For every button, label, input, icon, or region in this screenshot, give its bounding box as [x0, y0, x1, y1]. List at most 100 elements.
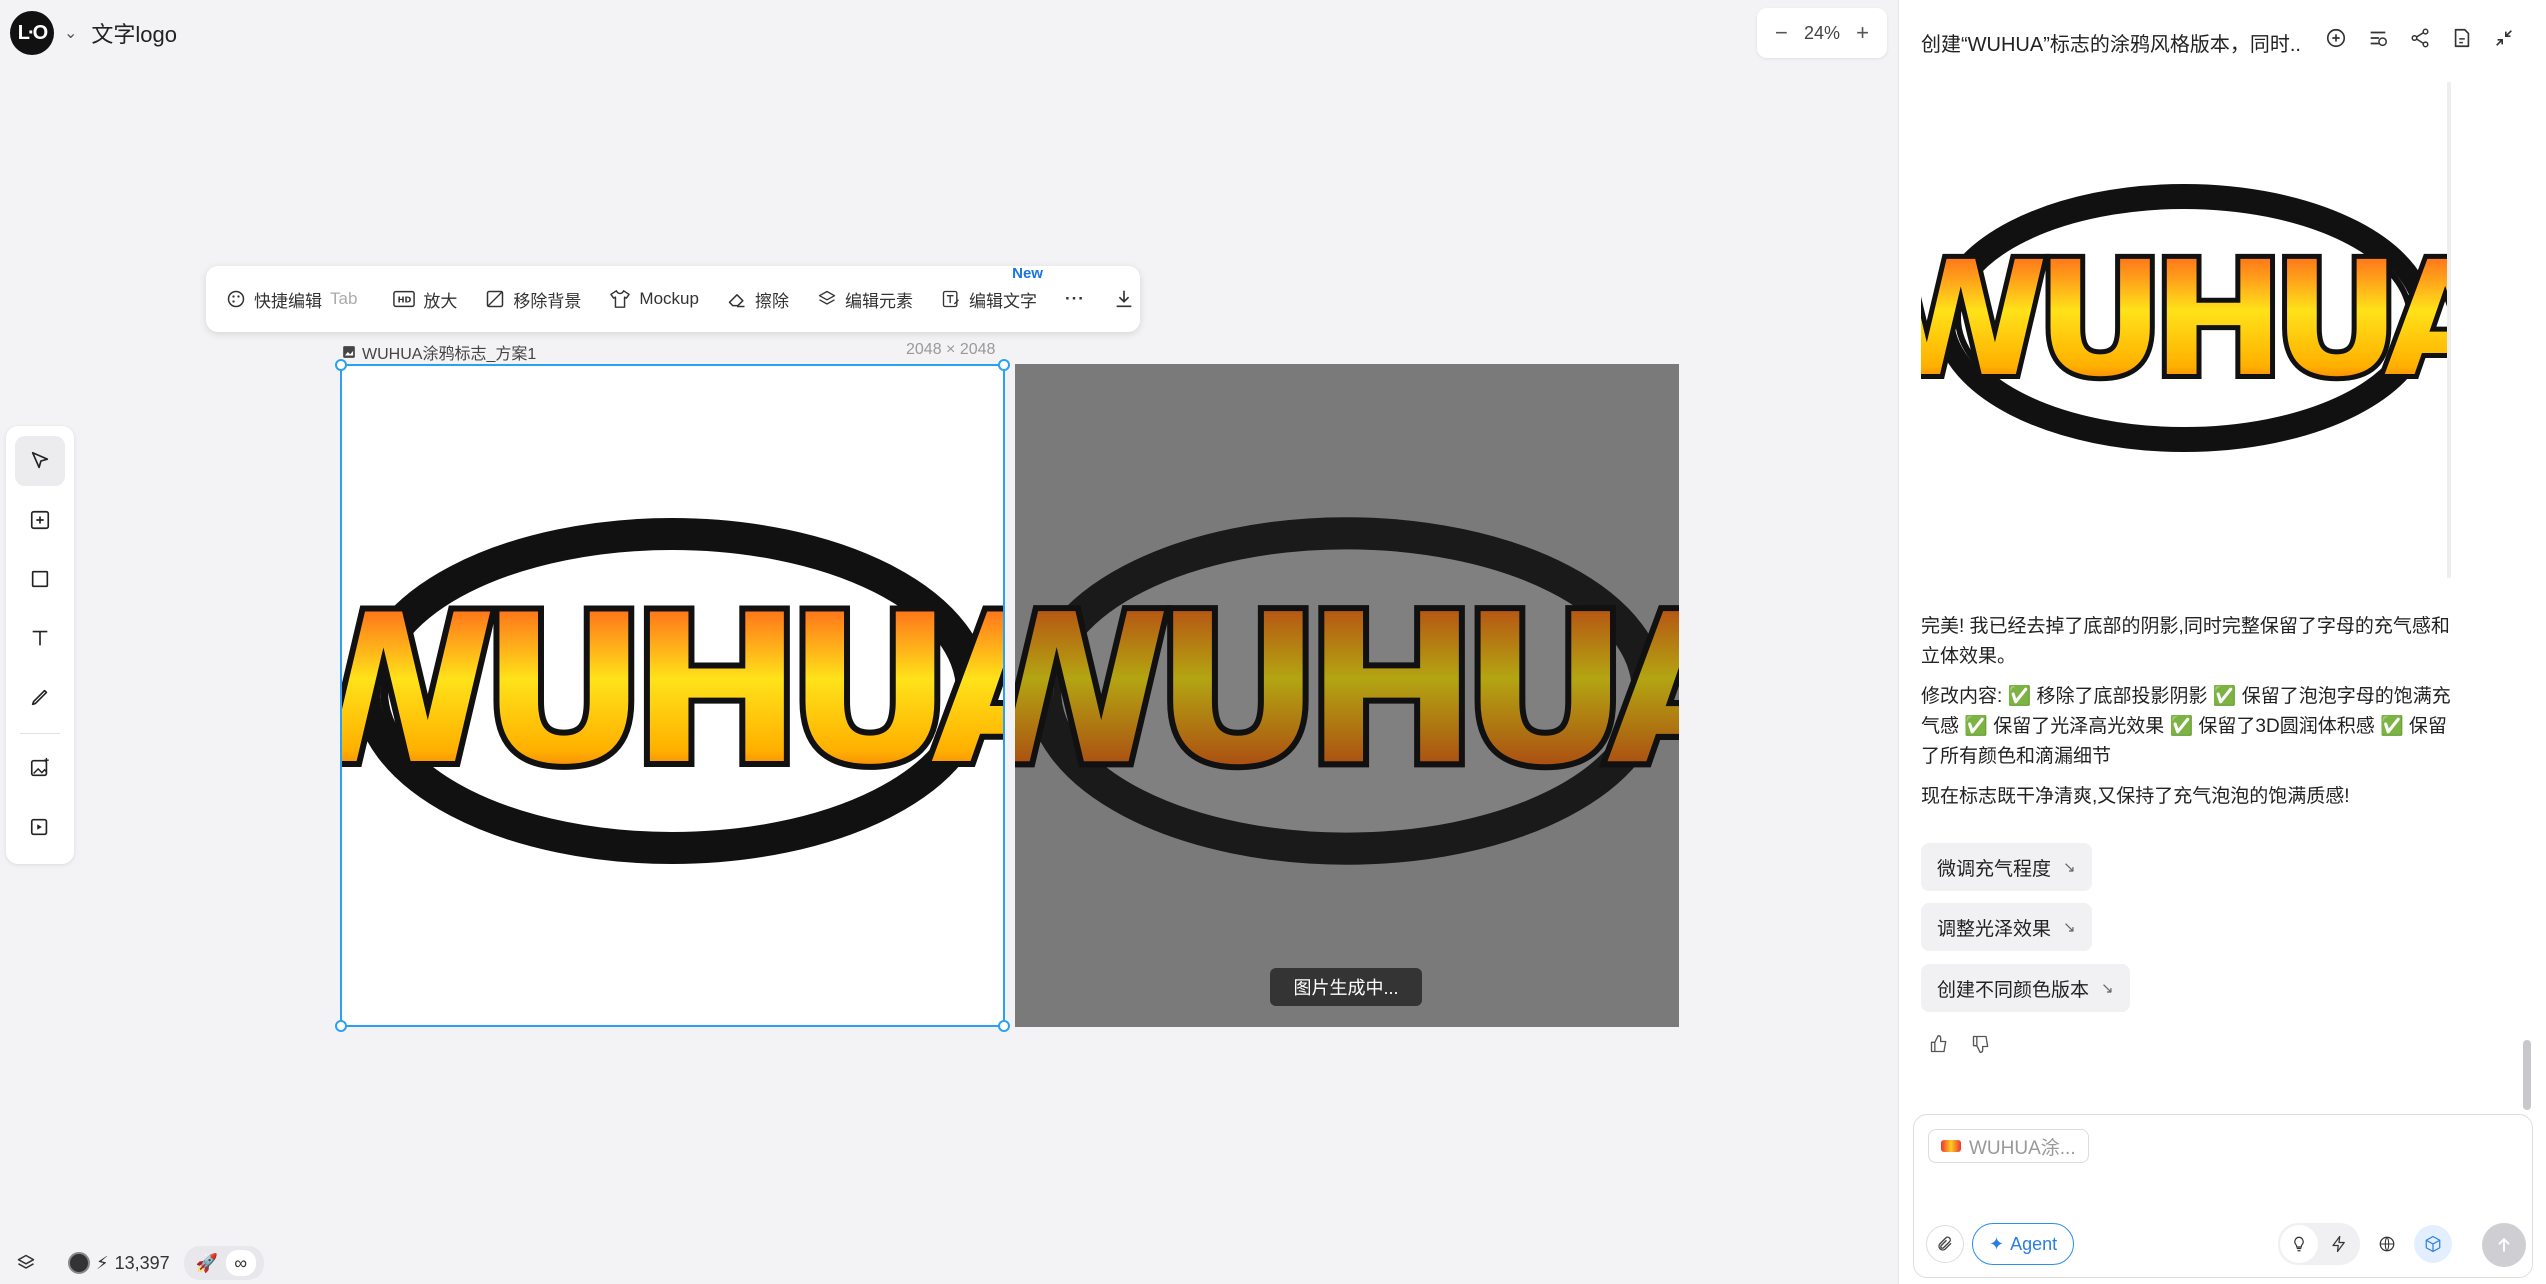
bottom-status-bar: ⚡ 13,397 🚀 ∞	[16, 1246, 264, 1280]
arrow-up-icon	[2498, 1237, 2510, 1252]
text-tool-button[interactable]	[15, 613, 65, 663]
thumbs-down-icon[interactable]	[1971, 1034, 1991, 1054]
zoom-in-button[interactable]: +	[1856, 20, 1869, 46]
history-icon[interactable]	[2366, 26, 2390, 50]
mockup-button[interactable]: Mockup	[609, 289, 699, 309]
erase-label: 擦除	[754, 291, 789, 311]
suggestion-chip[interactable]: 微调充气程度 ↘	[1921, 843, 2092, 891]
new-badge: New	[1012, 264, 1043, 282]
suggestion-chip[interactable]: 调整光泽效果 ↘	[1921, 903, 2092, 951]
quick-edit-button[interactable]: 快捷编辑 Tab	[226, 287, 357, 312]
image-reference-chip[interactable]: WUHUA涂...	[1928, 1129, 2089, 1163]
more-options-button[interactable]: ···	[1065, 289, 1085, 309]
download-button[interactable]	[1113, 288, 1135, 310]
thumbs-up-icon[interactable]	[1929, 1034, 1949, 1054]
image-name: WUHUA涂鸦标志_方案1	[362, 346, 537, 363]
image-generate-button[interactable]	[15, 743, 65, 793]
avatar[interactable]	[68, 1252, 90, 1274]
agent-mode-button[interactable]: ✦ Agent	[1972, 1223, 2075, 1265]
resize-handle-br[interactable]	[998, 1020, 1010, 1032]
chat-scrollbar[interactable]	[2523, 1040, 2531, 1110]
erase-button[interactable]: 擦除	[727, 287, 789, 312]
rectangle-tool-button[interactable]	[15, 554, 65, 604]
arrow-down-right-icon: ↘	[2063, 919, 2076, 936]
zoom-out-button[interactable]: −	[1775, 20, 1788, 46]
web-search-button[interactable]	[2368, 1225, 2406, 1263]
new-chat-icon[interactable]	[2324, 26, 2348, 50]
canvas-image-generating[interactable]: WUHUA	[1015, 364, 1679, 1027]
add-frame-button[interactable]	[15, 495, 65, 545]
reference-label: WUHUA涂...	[1969, 1137, 2076, 1159]
arrow-down-right-icon: ↘	[2063, 859, 2076, 876]
chat-panel: 创建“WUHUA”标志的涂鸦风格版本，同时... WUHUA 完美! 我已经去掉…	[1898, 0, 2546, 1284]
collapse-icon[interactable]	[2492, 26, 2516, 50]
cube-icon	[2425, 1235, 2441, 1253]
canvas-image-selected[interactable]: WUHUA	[335, 359, 1010, 1032]
chat-input-box[interactable]: WUHUA涂... ✦ Agent	[1913, 1114, 2533, 1278]
send-button[interactable]	[2482, 1223, 2526, 1267]
suggestion-chip[interactable]: 创建不同颜色版本 ↘	[1921, 964, 2130, 1012]
feedback-buttons	[1929, 1034, 1991, 1054]
zoom-level[interactable]: 24%	[1804, 23, 1840, 44]
palette-icon	[227, 290, 245, 308]
remove-background-button[interactable]: 移除背景	[485, 287, 581, 312]
arrow-down-right-icon: ↘	[2101, 980, 2114, 997]
upscale-button[interactable]: HD 放大	[393, 287, 457, 312]
3d-mode-button[interactable]	[2414, 1225, 2452, 1263]
fast-mode-button[interactable]	[2320, 1225, 2358, 1263]
resize-handle-tl[interactable]	[335, 359, 347, 371]
quick-edit-label: 快捷编辑	[254, 291, 322, 311]
layers-icon	[818, 290, 836, 305]
text-icon	[32, 630, 48, 646]
edit-elements-label: 编辑元素	[844, 291, 913, 311]
upscale-label: 放大	[423, 291, 458, 311]
svg-text:WUHUA: WUHUA	[1921, 228, 2447, 412]
rocket-icon[interactable]: 🚀	[192, 1250, 222, 1276]
notes-icon[interactable]	[2450, 26, 2474, 50]
video-generate-button[interactable]	[15, 802, 65, 852]
reference-thumbnail	[1941, 1140, 1961, 1152]
edit-text-label: 编辑文字	[968, 291, 1037, 311]
wuhua-logo-image-dimmed: WUHUA	[1015, 517, 1679, 865]
attach-button[interactable]	[1926, 1225, 1964, 1263]
select-tool-button[interactable]	[15, 436, 65, 486]
layers-icon[interactable]	[16, 1253, 36, 1273]
infinity-mode-button[interactable]: ∞	[225, 1250, 256, 1276]
image-title[interactable]: WUHUA涂鸦标志_方案1	[342, 340, 536, 364]
mockup-label: Mockup	[639, 289, 699, 308]
resize-handle-bl[interactable]	[335, 1020, 347, 1032]
remove-background-label: 移除背景	[513, 291, 582, 311]
assistant-message: 完美! 我已经去掉了底部的阴影,同时完整保留了字母的充气感和立体效果。 修改内容…	[1921, 612, 2461, 822]
edit-text-icon	[942, 290, 959, 308]
lightning-icon	[2332, 1235, 2345, 1253]
resize-handle-tr[interactable]	[998, 359, 1010, 371]
chat-result-image[interactable]: WUHUA	[1921, 82, 2451, 578]
download-icon	[1116, 290, 1132, 308]
more-icon: ···	[1064, 289, 1085, 308]
pen-tool-button[interactable]	[15, 672, 65, 722]
sparkle-icon: ✦	[1989, 1233, 2005, 1254]
video-icon	[30, 818, 48, 836]
edit-elements-button[interactable]: 编辑元素	[817, 287, 913, 312]
input-mode-controls	[2278, 1223, 2452, 1265]
idea-mode-button[interactable]	[2280, 1225, 2318, 1263]
image-dimensions: 2048 × 2048	[906, 341, 996, 358]
paperclip-icon	[1938, 1236, 1952, 1251]
chevron-down-icon[interactable]: ⌄	[64, 23, 77, 43]
hd-icon: HD	[393, 290, 416, 308]
generating-status: 图片生成中...	[1270, 968, 1422, 1006]
chat-title: 创建“WUHUA”标志的涂鸦风格版本，同时...	[1921, 34, 2301, 56]
share-icon[interactable]	[2408, 26, 2432, 50]
lightning-icon: ⚡	[96, 1252, 109, 1273]
message-paragraph: 现在标志既干净清爽,又保持了充气泡泡的饱满质感!	[1921, 786, 2350, 807]
project-name[interactable]: 文字logo	[91, 17, 177, 49]
credits-count: 13,397	[114, 1252, 170, 1273]
credits-display[interactable]: ⚡ 13,397	[68, 1252, 170, 1274]
eraser-icon	[728, 294, 745, 308]
globe-icon	[2379, 1236, 2395, 1252]
app-logo[interactable]: L·O	[10, 11, 54, 55]
image-icon	[343, 346, 355, 358]
suggestion-label: 创建不同颜色版本	[1937, 979, 2090, 1001]
edit-text-button[interactable]: 编辑文字 New	[941, 265, 1043, 312]
suggestion-label: 调整光泽效果	[1937, 918, 2052, 940]
